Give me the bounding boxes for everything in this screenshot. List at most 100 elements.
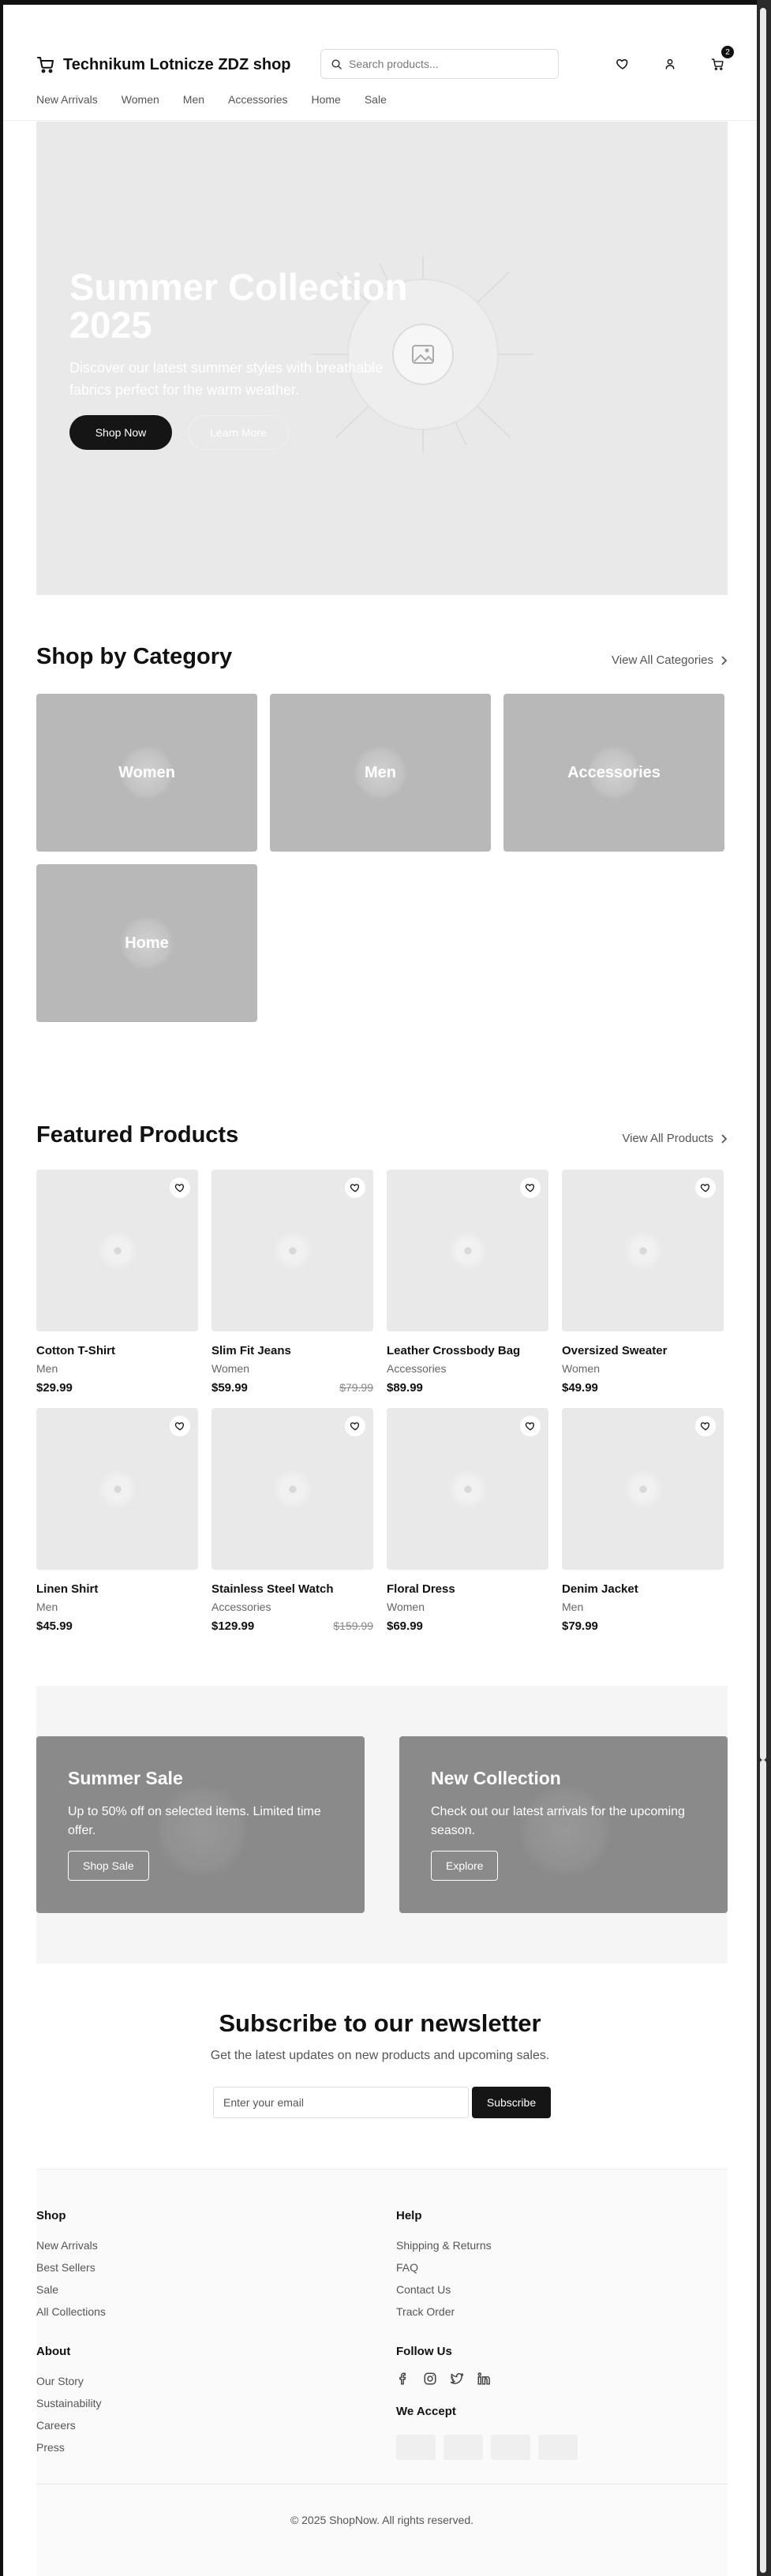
facebook-icon[interactable] bbox=[396, 2372, 410, 2386]
nav-women[interactable]: Women bbox=[122, 93, 159, 106]
nav-new-arrivals[interactable]: New Arrivals bbox=[36, 93, 98, 106]
product-image[interactable] bbox=[36, 1170, 198, 1331]
product-name[interactable]: Slim Fit Jeans bbox=[211, 1344, 373, 1357]
product-image[interactable] bbox=[387, 1408, 548, 1570]
main-nav: New Arrivals Women Men Accessories Home … bbox=[36, 93, 387, 106]
subscribe-button[interactable]: Subscribe bbox=[472, 2087, 551, 2118]
nav-accessories[interactable]: Accessories bbox=[228, 93, 287, 106]
image-placeholder-icon bbox=[97, 1230, 137, 1271]
category-card-men[interactable]: Men bbox=[270, 694, 491, 852]
product-card[interactable]: Linen Shirt Men $45.99 bbox=[36, 1408, 198, 1633]
nav-sale[interactable]: Sale bbox=[365, 93, 387, 106]
nav-men[interactable]: Men bbox=[183, 93, 204, 106]
shop-now-button[interactable]: Shop Now bbox=[69, 415, 172, 450]
footer-help-heading: Help bbox=[396, 2209, 422, 2222]
view-all-categories-label: View All Categories bbox=[612, 653, 713, 667]
shop-sale-button[interactable]: Shop Sale bbox=[68, 1851, 149, 1881]
email-field[interactable] bbox=[213, 2087, 469, 2118]
product-category: Men bbox=[36, 1601, 58, 1613]
product-name[interactable]: Stainless Steel Watch bbox=[211, 1582, 373, 1596]
product-image[interactable] bbox=[387, 1170, 548, 1331]
payment-method-icon bbox=[538, 2435, 578, 2460]
product-card[interactable]: Stainless Steel Watch Accessories $129.99 $… bbox=[211, 1408, 373, 1633]
product-image[interactable] bbox=[562, 1170, 724, 1331]
heart-icon bbox=[350, 1422, 360, 1431]
logo[interactable]: Technikum Lotnicze ZDZ shop bbox=[36, 55, 291, 74]
product-card[interactable]: Oversized Sweater Women $49.99 bbox=[562, 1170, 724, 1395]
footer-link[interactable]: Careers bbox=[36, 2419, 76, 2432]
add-to-wishlist-button[interactable] bbox=[520, 1416, 541, 1436]
footer-link[interactable]: Our Story bbox=[36, 2375, 84, 2387]
add-to-wishlist-button[interactable] bbox=[345, 1178, 365, 1198]
scrollbar-thumb[interactable] bbox=[760, 8, 766, 1760]
search-input[interactable] bbox=[349, 58, 538, 70]
footer-about-heading: About bbox=[36, 2345, 71, 2358]
heart-icon bbox=[700, 1184, 710, 1193]
product-old-price: $159.99 bbox=[333, 1619, 373, 1632]
instagram-icon[interactable] bbox=[423, 2372, 437, 2386]
categories-title: Shop by Category bbox=[36, 644, 233, 669]
product-price-row: $69.99 bbox=[387, 1619, 548, 1633]
wishlist-button[interactable] bbox=[612, 54, 633, 74]
product-name[interactable]: Leather Crossbody Bag bbox=[387, 1344, 548, 1357]
add-to-wishlist-button[interactable] bbox=[345, 1416, 365, 1436]
linkedin-icon[interactable] bbox=[477, 2372, 491, 2386]
product-image[interactable] bbox=[211, 1408, 373, 1570]
footer-link[interactable]: Shipping & Returns bbox=[396, 2239, 492, 2252]
product-card[interactable]: Denim Jacket Men $79.99 bbox=[562, 1408, 724, 1633]
category-label: Home bbox=[125, 934, 169, 952]
category-card-accessories[interactable]: Accessories bbox=[503, 694, 724, 852]
footer-link[interactable]: New Arrivals bbox=[36, 2239, 98, 2252]
account-button[interactable] bbox=[660, 54, 680, 74]
footer-link[interactable]: Press bbox=[36, 2441, 65, 2454]
view-all-categories-link[interactable]: View All Categories bbox=[612, 653, 728, 667]
footer-link[interactable]: Sustainability bbox=[36, 2397, 102, 2409]
product-image[interactable] bbox=[562, 1408, 724, 1570]
scrollbar[interactable] bbox=[757, 0, 771, 2576]
product-card[interactable]: Cotton T-Shirt Men $29.99 bbox=[36, 1170, 198, 1395]
chevron-right-icon bbox=[721, 1133, 728, 1144]
category-card-home[interactable]: Home bbox=[36, 864, 257, 1022]
add-to-wishlist-button[interactable] bbox=[695, 1178, 716, 1198]
category-label: Men bbox=[365, 763, 396, 781]
product-image[interactable] bbox=[211, 1170, 373, 1331]
product-name[interactable]: Denim Jacket bbox=[562, 1582, 724, 1596]
footer-link[interactable]: All Collections bbox=[36, 2305, 106, 2318]
product-card[interactable]: Floral Dress Women $69.99 bbox=[387, 1408, 548, 1633]
product-card[interactable]: Leather Crossbody Bag Accessories $89.99 bbox=[387, 1170, 548, 1395]
add-to-wishlist-button[interactable] bbox=[695, 1416, 716, 1436]
cart-icon bbox=[711, 58, 724, 70]
explore-button[interactable]: Explore bbox=[431, 1851, 499, 1881]
heart-icon bbox=[616, 59, 628, 69]
add-to-wishlist-button[interactable] bbox=[170, 1178, 190, 1198]
footer-link[interactable]: Track Order bbox=[396, 2305, 455, 2318]
search-box[interactable] bbox=[320, 49, 559, 79]
view-all-products-link[interactable]: View All Products bbox=[622, 1132, 728, 1145]
add-to-wishlist-button[interactable] bbox=[520, 1178, 541, 1198]
learn-more-button[interactable]: Learn More bbox=[188, 415, 289, 450]
promo-title: New Collection bbox=[431, 1768, 561, 1788]
nav-home[interactable]: Home bbox=[311, 93, 340, 106]
cart-button[interactable]: 2 bbox=[707, 46, 734, 74]
product-image[interactable] bbox=[36, 1408, 198, 1570]
promo-card-summer-sale: Summer Sale Up to 50% off on selected it… bbox=[36, 1736, 365, 1913]
product-name[interactable]: Linen Shirt bbox=[36, 1582, 198, 1596]
footer-link[interactable]: Best Sellers bbox=[36, 2261, 95, 2274]
add-to-wishlist-button[interactable] bbox=[170, 1416, 190, 1436]
heart-icon bbox=[700, 1422, 710, 1431]
category-card-women[interactable]: Women bbox=[36, 694, 257, 852]
product-name[interactable]: Oversized Sweater bbox=[562, 1344, 724, 1357]
product-category: Women bbox=[387, 1601, 425, 1613]
twitter-icon[interactable] bbox=[450, 2372, 464, 2386]
product-card[interactable]: Slim Fit Jeans Women $59.99 $79.99 bbox=[211, 1170, 373, 1395]
product-name[interactable]: Floral Dress bbox=[387, 1582, 548, 1596]
product-category: Accessories bbox=[211, 1601, 271, 1613]
footer-shop-heading: Shop bbox=[36, 2209, 66, 2222]
footer-link[interactable]: FAQ bbox=[396, 2261, 418, 2274]
footer-link[interactable]: Contact Us bbox=[396, 2283, 451, 2296]
product-price: $79.99 bbox=[562, 1619, 598, 1633]
scrollbar-thumb-lower bbox=[760, 1760, 766, 2573]
category-label: Women bbox=[118, 763, 175, 781]
product-name[interactable]: Cotton T-Shirt bbox=[36, 1344, 198, 1357]
footer-link[interactable]: Sale bbox=[36, 2283, 58, 2296]
